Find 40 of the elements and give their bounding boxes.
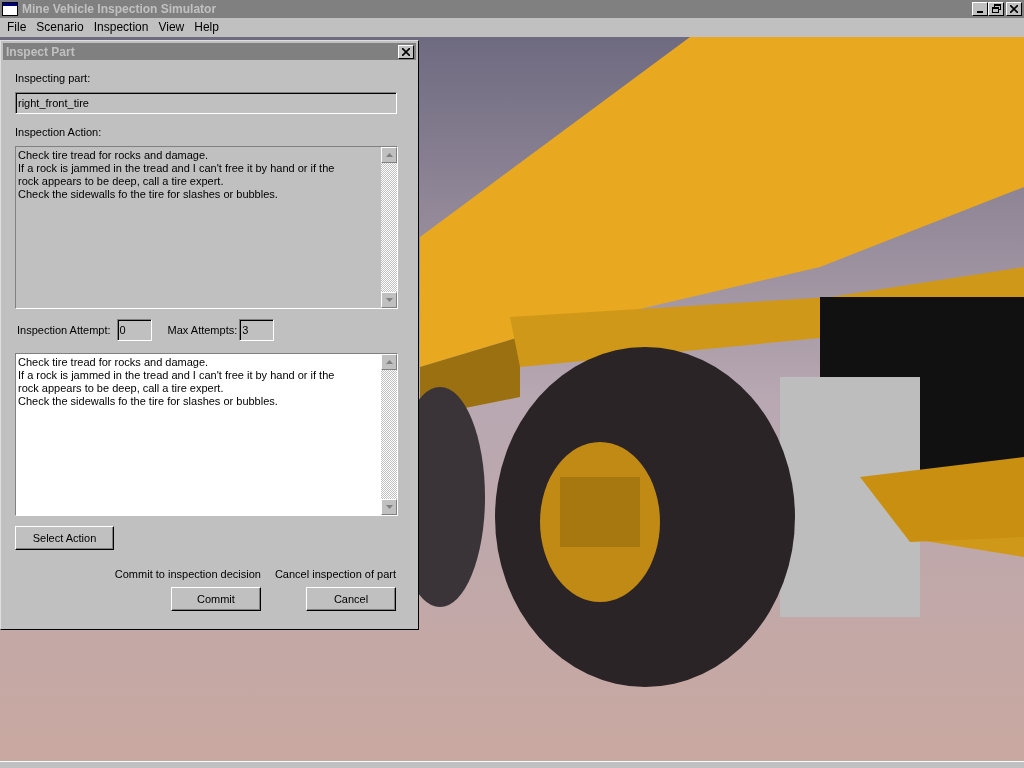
scroll-up-button[interactable] <box>381 147 397 163</box>
close-icon <box>402 47 410 56</box>
field-label: Inspection Action: <box>15 126 102 138</box>
cancel-hint: Cancel inspection of part <box>274 568 396 580</box>
cancel-button[interactable]: Cancel <box>306 587 396 611</box>
menu-item[interactable]: View <box>153 20 190 35</box>
minimize-icon <box>977 10 983 13</box>
field-label: Max Attempts: <box>167 324 238 336</box>
action-text: Check tire tread for rocks and damage. If a rock is jammed in the tread and I can't free it by hand or if the rock appears to be deep, call a tire expert. Check the sidewalls fo the tire for slashes or bubbles. <box>17 148 336 202</box>
up-arrow-icon <box>385 360 393 364</box>
menu-item[interactable]: Inspection <box>88 20 154 35</box>
close-button[interactable] <box>1006 1 1022 16</box>
part-field[interactable]: right_front_tire <box>15 92 397 114</box>
menu-item[interactable]: Help <box>189 20 224 35</box>
menu-item[interactable]: Scenario <box>31 20 89 35</box>
commit-hint: Commit to inspection decision <box>114 568 261 580</box>
attempt-field[interactable]: 0 <box>116 319 152 341</box>
field-label: Inspecting part: <box>15 72 91 84</box>
restore-button[interactable] <box>988 1 1004 16</box>
commit-button[interactable]: Commit <box>170 587 261 611</box>
scroll-down-button[interactable] <box>381 292 397 308</box>
minimize-button[interactable] <box>972 1 988 16</box>
close-button[interactable] <box>398 44 414 59</box>
field-label: Inspection Attempt: <box>17 324 111 336</box>
notes-text-area[interactable] <box>15 353 398 516</box>
action-text-area[interactable] <box>15 146 398 309</box>
up-arrow-icon <box>385 153 393 157</box>
window-title: Mine Vehicle Inspection Simulator <box>22 1 218 16</box>
select-action-button[interactable]: Select Action <box>15 526 114 550</box>
scroll-up-button[interactable] <box>381 354 397 370</box>
restore-icon <box>991 4 1001 14</box>
notes-text: Check tire tread for rocks and damage. If a rock is jammed in the tread and I can't free it by hand or if the rock appears to be deep, call a tire expert. Check the sidewalls fo the tire for slashes or bubbles. <box>17 355 336 409</box>
window-icon <box>2 1 18 16</box>
menu-item[interactable]: File <box>2 20 32 35</box>
down-arrow-icon <box>385 505 393 509</box>
dialog-title: Inspect Part <box>6 44 75 59</box>
down-arrow-icon <box>385 298 393 302</box>
close-icon <box>1010 4 1018 13</box>
max-attempts-field[interactable]: 3 <box>239 319 275 341</box>
scroll-down-button[interactable] <box>381 499 397 515</box>
